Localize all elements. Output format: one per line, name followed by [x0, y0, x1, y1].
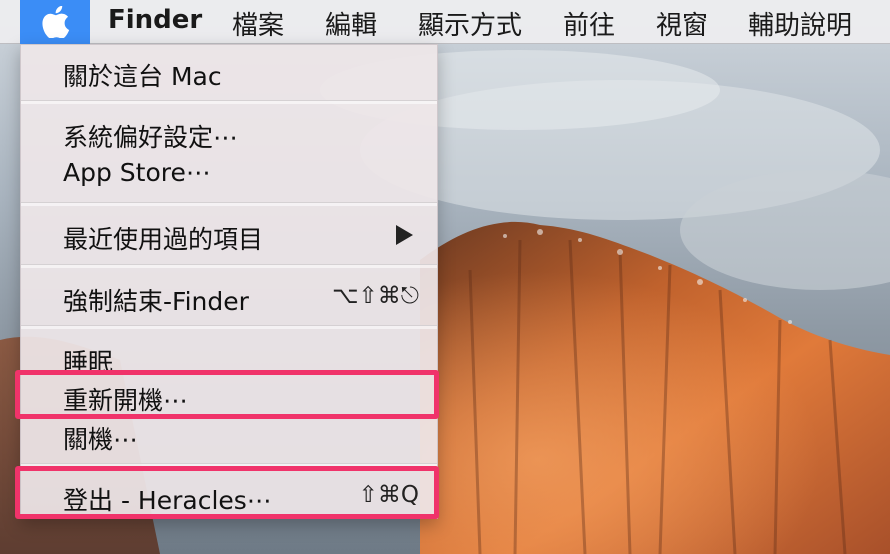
menu-item-recent-items[interactable]: 最近使用過的項目 [21, 215, 437, 255]
menu-item-restart[interactable]: 重新開機⋯ [21, 376, 437, 416]
menu-separator [21, 100, 437, 104]
screen: Finder 檔案 編輯 顯示方式 前往 視窗 輔助說明 關於這台 Mac 系統… [0, 0, 890, 554]
menu-app-finder[interactable]: Finder [108, 5, 202, 35]
menu-item-app-store[interactable]: App Store⋯ [21, 153, 437, 193]
menu-edit[interactable]: 編輯 [325, 5, 377, 42]
menu-item-log-out[interactable]: 登出 - Heracles⋯ ⇧⌘Q [21, 476, 437, 516]
apple-menu-button[interactable] [20, 0, 90, 44]
apple-dropdown-menu: 關於這台 Mac 系統偏好設定⋯ App Store⋯ 最近使用過的項目 強制結… [20, 44, 438, 519]
menu-file[interactable]: 檔案 [232, 5, 284, 42]
menu-item-sleep[interactable]: 睡眠 [21, 338, 437, 378]
menu-item-label: 重新開機⋯ [63, 386, 189, 415]
keyboard-shortcut: ⇧⌘Q [358, 482, 419, 508]
menu-separator [21, 463, 437, 467]
menu-item-label: 關機⋯ [63, 425, 139, 454]
triangle-right-icon [396, 225, 413, 245]
menu-item-shut-down[interactable]: 關機⋯ [21, 415, 437, 455]
menu-item-system-preferences[interactable]: 系統偏好設定⋯ [21, 113, 437, 153]
menu-window[interactable]: 視窗 [656, 5, 708, 42]
menu-item-label: 最近使用過的項目 [63, 225, 264, 254]
menu-item-label: 關於這台 Mac [63, 62, 222, 91]
menu-separator [21, 325, 437, 329]
menu-item-label: 睡眠 [63, 348, 114, 377]
menu-separator [21, 202, 437, 206]
menu-item-label: 系統偏好設定⋯ [63, 123, 239, 152]
menu-help[interactable]: 輔助說明 [748, 5, 852, 42]
menu-go[interactable]: 前往 [563, 5, 615, 42]
menu-bar: Finder 檔案 編輯 顯示方式 前往 視窗 輔助說明 [0, 0, 890, 44]
menu-item-about-this-mac[interactable]: 關於這台 Mac [21, 52, 437, 92]
menu-item-force-quit[interactable]: 強制結束-Finder ⌥⇧⌘⎋ [21, 277, 437, 317]
menu-view[interactable]: 顯示方式 [418, 5, 522, 42]
keyboard-shortcut: ⌥⇧⌘⎋ [332, 283, 419, 309]
menu-item-label: 登出 - Heracles⋯ [63, 486, 272, 515]
menu-item-label: 強制結束-Finder [63, 287, 249, 316]
menu-item-label: App Store⋯ [63, 158, 211, 187]
menu-separator [21, 264, 437, 268]
apple-logo-icon [42, 5, 70, 38]
